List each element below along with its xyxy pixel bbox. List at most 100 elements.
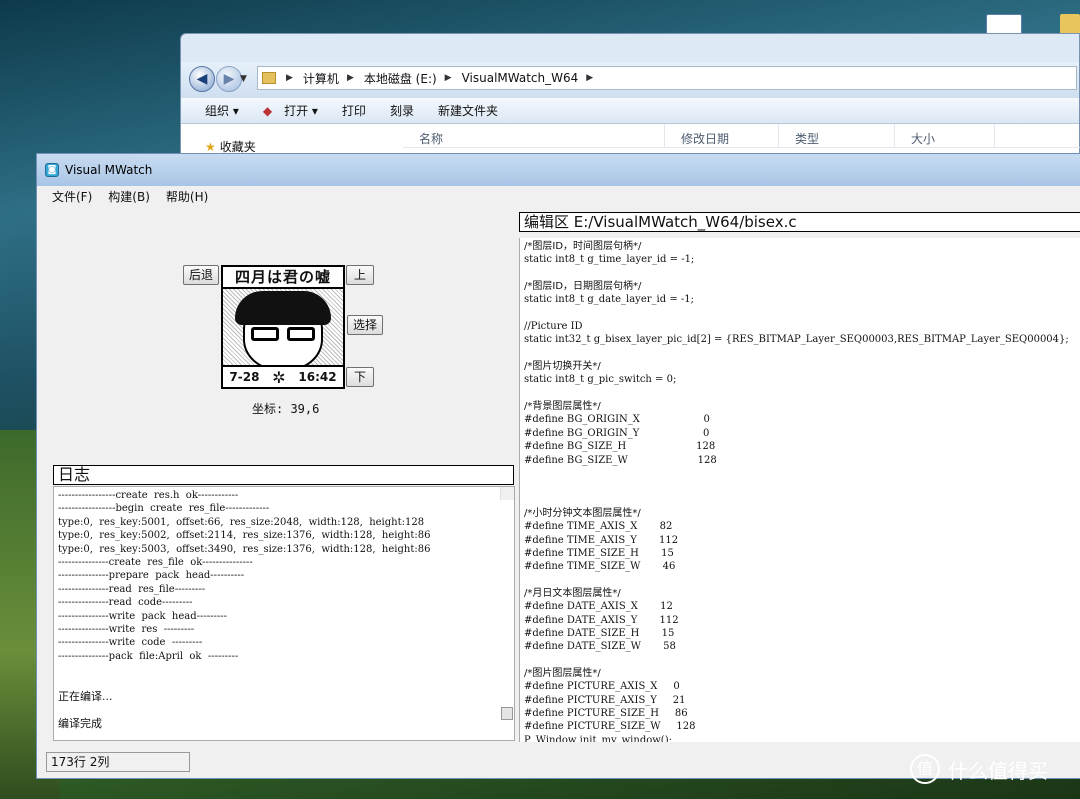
glasses-left: [251, 327, 279, 341]
app-watch-icon: ◙: [45, 163, 59, 177]
explorer-window: ◀ ▶ ▼ ▶ 计算机 ▶ 本地磁盘 (E:) ▶ VisualMWatch_W64…: [180, 33, 1080, 174]
code-line: /*背景图层属性*/: [524, 401, 601, 413]
column-size[interactable]: 大小: [895, 124, 995, 147]
watch-time: 16:42: [298, 370, 337, 384]
organize-button[interactable]: 组织 ▾: [181, 102, 251, 119]
log-line: -----------------begin create res_file--…: [58, 503, 270, 515]
open-icon: ◆: [262, 103, 273, 118]
menu-bar: 文件(F) 构建(B) 帮助(H): [37, 186, 1080, 206]
log-line: ---------------write pack head---------: [58, 610, 228, 622]
log-line: 正在编译...: [58, 689, 113, 703]
code-line: #define BG_ORIGIN_Y 0: [524, 427, 710, 439]
chevron-right-icon: ▶: [286, 73, 293, 83]
log-scroll-thumb[interactable]: [501, 707, 513, 721]
code-line: static int8_t g_date_layer_id = -1;: [524, 294, 694, 306]
watch-status-row: 7-28 ✲ 16:42: [223, 365, 343, 387]
column-name[interactable]: 名称: [403, 124, 665, 147]
back-arrow-icon[interactable]: ◀: [189, 66, 215, 92]
code-line: #define DATE_SIZE_H 15: [524, 627, 675, 639]
code-line: static int8_t g_time_layer_id = -1;: [524, 254, 695, 266]
log-line: type:0, res_key:5002, offset:2114, res_s…: [58, 530, 431, 542]
down-button[interactable]: 下: [346, 367, 374, 387]
breadcrumb-folder[interactable]: VisualMWatch_W64: [462, 71, 579, 85]
code-line: #define TIME_SIZE_W 46: [524, 561, 676, 573]
column-header-row: 名称 修改日期 类型 大小: [403, 124, 1080, 148]
title-bar[interactable]: ◙ Visual MWatch: [37, 154, 1080, 186]
code-line: #define TIME_SIZE_H 15: [524, 547, 674, 559]
menu-help[interactable]: 帮助(H): [158, 188, 216, 205]
forward-arrow-icon[interactable]: ▶: [216, 66, 242, 92]
log-scrollbar[interactable]: [500, 487, 514, 721]
new-folder-button[interactable]: 新建文件夹: [426, 102, 510, 119]
log-header: 日志: [53, 465, 514, 485]
code-line: #define DATE_AXIS_Y 112: [524, 614, 679, 626]
site-watermark: 值 什么值得买: [910, 754, 1048, 784]
code-line: #define BG_SIZE_W 128: [524, 454, 717, 466]
code-line: static int32_t g_bisex_layer_pic_id[2] =…: [524, 334, 1069, 346]
code-line: #define PICTURE_SIZE_H 86: [524, 708, 688, 720]
open-button[interactable]: 打开 ▾: [284, 102, 330, 119]
code-line: #define DATE_AXIS_X 12: [524, 601, 673, 613]
code-line: //Picture ID: [524, 321, 583, 333]
column-type[interactable]: 类型: [779, 124, 895, 147]
favorites-label: 收藏夹: [219, 140, 256, 154]
history-dropdown-icon[interactable]: ▼: [240, 74, 247, 84]
folder-icon: [262, 72, 276, 84]
log-line: -----------------create res.h ok--------…: [58, 490, 239, 501]
chevron-right-icon: ▶: [346, 73, 354, 83]
column-modified[interactable]: 修改日期: [665, 124, 779, 147]
code-line: #define TIME_AXIS_X 82: [524, 521, 673, 533]
breadcrumb-computer[interactable]: 计算机: [303, 70, 339, 87]
code-line: /*图层ID，时间图层句柄*/: [524, 241, 642, 252]
log-line: ---------------create res_file ok-------…: [58, 556, 253, 568]
log-line: ---------------pack file:April ok ------…: [58, 650, 239, 662]
editor-header: 编辑区 E:/VisualMWatch_W64/bisex.c: [519, 212, 1080, 232]
code-editor[interactable]: /*图层ID，时间图层句柄*/ static int8_t g_time_lay…: [519, 238, 1080, 742]
watermark-logo-icon: 值: [910, 754, 940, 784]
log-line: ---------------write code ---------: [58, 637, 203, 649]
explorer-toolbar: 组织 ▾ ◆ 打开 ▾ 打印 刻录 新建文件夹: [181, 98, 1079, 124]
log-line: ---------------read res_file---------: [58, 583, 206, 595]
log-line: 编译完成: [58, 716, 102, 730]
star-icon: ★: [205, 140, 216, 154]
print-button[interactable]: 打印: [330, 102, 378, 119]
log-line: ---------------write res ---------: [58, 623, 195, 635]
menu-build[interactable]: 构建(B): [100, 188, 158, 205]
chevron-right-icon: ▶: [586, 73, 594, 83]
code-line: #define BG_ORIGIN_X 0: [524, 414, 710, 426]
code-line: /*图片切换开关*/: [524, 361, 601, 373]
watch-picture: [223, 289, 343, 371]
code-line: #define PICTURE_SIZE_W 128: [524, 721, 696, 733]
back-button[interactable]: 后退: [183, 265, 219, 285]
status-bar: 173行 2列: [46, 752, 190, 772]
log-output[interactable]: -----------------create res.h ok--------…: [53, 486, 515, 741]
select-button[interactable]: 选择: [347, 315, 383, 335]
address-bar[interactable]: ▶ 计算机 ▶ 本地磁盘 (E:) ▶ VisualMWatch_W64 ▶: [257, 66, 1077, 90]
log-line: type:0, res_key:5001, offset:66, res_siz…: [58, 516, 425, 528]
log-line: ---------------read code---------: [58, 597, 193, 609]
chevron-right-icon: ▶: [444, 73, 452, 83]
coordinate-readout: 坐标: 39,6: [252, 402, 320, 416]
log-line: ---------------prepare pack head--------…: [58, 570, 245, 582]
code-line: static int8_t g_pic_switch = 0;: [524, 374, 677, 386]
explorer-address-row: ◀ ▶ ▼ ▶ 计算机 ▶ 本地磁盘 (E:) ▶ VisualMWatch_W64…: [181, 62, 1079, 98]
glasses-right: [287, 327, 315, 341]
menu-file[interactable]: 文件(F): [37, 188, 100, 205]
up-button[interactable]: 上: [346, 265, 374, 285]
code-line: /*图层ID，日期图层句柄*/: [524, 281, 642, 293]
breadcrumb-drive[interactable]: 本地磁盘 (E:): [364, 70, 437, 87]
log-line: type:0, res_key:5003, offset:3490, res_s…: [58, 543, 431, 555]
burn-button[interactable]: 刻录: [378, 102, 426, 119]
watch-screen[interactable]: 四月は君の嘘 7-28 ✲ 16:42: [221, 265, 345, 389]
